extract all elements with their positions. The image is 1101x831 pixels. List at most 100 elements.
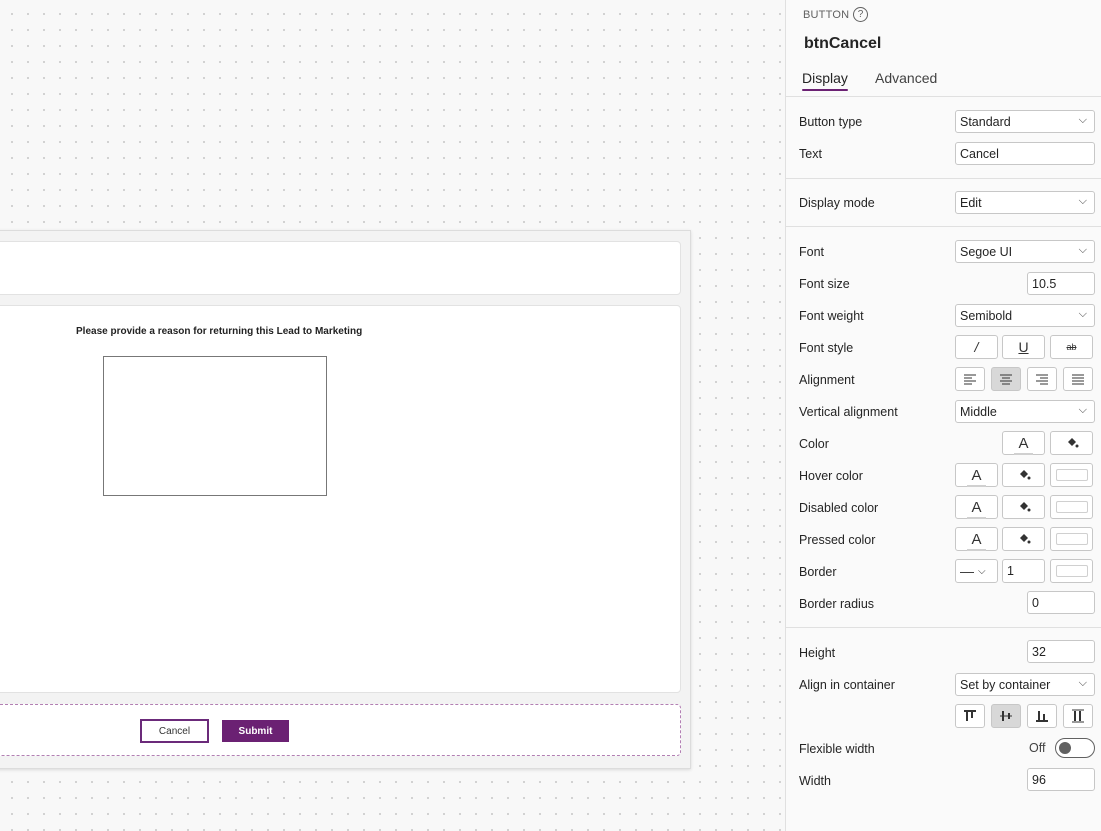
chevron-down-icon: ⌵ [1078, 677, 1087, 689]
align-left-button[interactable] [955, 367, 985, 391]
body-container[interactable]: Please provide a reason for returning th… [0, 305, 681, 693]
vertical-alignment-dropdown[interactable]: Middle ⌵ [955, 400, 1095, 423]
button-type-label: Button type [799, 115, 863, 129]
text-color-button[interactable]: A [1002, 431, 1045, 455]
text-color-icon: A [967, 498, 986, 519]
vertical-alignment-label: Vertical alignment [799, 405, 898, 419]
font-dropdown[interactable]: Segoe UI ⌵ [955, 240, 1095, 263]
submit-button[interactable]: Submit [222, 720, 289, 742]
text-color-icon: A [1014, 434, 1033, 455]
font-label: Font [799, 245, 825, 259]
app-screen: Please provide a reason for returning th… [0, 230, 691, 769]
header-container[interactable] [0, 241, 681, 295]
paint-bucket-icon [1019, 534, 1030, 544]
align-bottom-icon [1036, 711, 1048, 722]
divider [786, 226, 1101, 227]
strikethrough-button[interactable]: ab [1050, 335, 1093, 359]
text-input[interactable]: Cancel [955, 142, 1095, 165]
width-input[interactable]: 96 [1027, 768, 1095, 791]
hover-border-color-button[interactable] [1050, 463, 1093, 487]
align-center-button[interactable] [991, 367, 1021, 391]
disabled-color-label: Disabled color [799, 501, 879, 515]
align-bottom-button[interactable] [1027, 704, 1057, 728]
align-in-container-label: Align in container [799, 678, 895, 692]
align-left-icon [964, 374, 976, 385]
border-color-button[interactable] [1050, 559, 1093, 583]
divider [786, 96, 1101, 97]
paint-bucket-icon [1019, 502, 1030, 512]
chevron-down-icon: ⌵ [1078, 308, 1087, 320]
align-middle-icon [1000, 711, 1012, 721]
hover-fill-color-button[interactable] [1002, 463, 1045, 487]
flexible-width-label: Flexible width [799, 742, 875, 756]
hover-color-label: Hover color [799, 469, 863, 483]
align-top-button[interactable] [955, 704, 985, 728]
height-input[interactable]: 32 [1027, 640, 1095, 663]
align-middle-button[interactable] [991, 704, 1021, 728]
align-justify-icon [1072, 374, 1084, 385]
fill-color-button[interactable] [1050, 431, 1093, 455]
border-radius-input[interactable]: 0 [1027, 591, 1095, 614]
cancel-button[interactable]: Cancel [140, 719, 209, 743]
font-size-input[interactable]: 10.5 [1027, 272, 1095, 295]
display-mode-label: Display mode [799, 196, 875, 210]
disabled-text-color-button[interactable]: A [955, 495, 998, 519]
pressed-text-color-button[interactable]: A [955, 527, 998, 551]
color-swatch [1055, 501, 1088, 513]
hover-text-color-button[interactable]: A [955, 463, 998, 487]
border-style-icon: — [960, 563, 974, 579]
align-justify-button[interactable] [1063, 367, 1093, 391]
chevron-down-icon: ⌵ [1078, 404, 1087, 416]
chevron-down-icon: ⌵ [1078, 114, 1087, 126]
button-type-dropdown[interactable]: Standard ⌵ [955, 110, 1095, 133]
tab-advanced[interactable]: Advanced [875, 70, 937, 86]
flexible-width-state: Off [1029, 741, 1046, 755]
divider [786, 627, 1101, 628]
alignment-label: Alignment [799, 373, 855, 387]
color-swatch [1055, 565, 1088, 577]
align-in-container-dropdown[interactable]: Set by container ⌵ [955, 673, 1095, 696]
italic-button[interactable]: / [955, 335, 998, 359]
help-icon[interactable]: ? [853, 7, 868, 22]
align-center-icon [1000, 374, 1012, 385]
underline-icon: U [1018, 339, 1029, 355]
align-top-icon [964, 710, 976, 721]
reason-text-input[interactable] [103, 356, 327, 496]
font-weight-dropdown[interactable]: Semibold ⌵ [955, 304, 1095, 327]
text-label: Text [799, 147, 822, 161]
chevron-down-icon: ⌵ [1078, 195, 1087, 207]
disabled-fill-color-button[interactable] [1002, 495, 1045, 519]
chevron-down-icon: ⌵ [978, 565, 986, 577]
height-label: Height [799, 646, 836, 660]
stretch-icon [1072, 709, 1084, 723]
border-thickness-input[interactable]: 1 [1002, 559, 1045, 583]
chevron-down-icon: ⌵ [1078, 244, 1087, 256]
align-right-icon [1036, 374, 1048, 385]
reason-prompt-label: Please provide a reason for returning th… [76, 326, 363, 337]
border-style-dropdown[interactable]: — ⌵ [955, 559, 998, 583]
button-container[interactable]: Cancel Submit [0, 704, 681, 756]
text-color-icon: A [967, 466, 986, 487]
border-label: Border [799, 565, 837, 579]
control-name[interactable]: btnCancel [804, 35, 881, 53]
color-label: Color [799, 437, 829, 451]
text-color-icon: A [967, 530, 986, 551]
flexible-width-toggle[interactable] [1055, 738, 1095, 758]
underline-button[interactable]: U [1002, 335, 1045, 359]
color-swatch [1055, 469, 1088, 481]
pressed-fill-color-button[interactable] [1002, 527, 1045, 551]
align-right-button[interactable] [1027, 367, 1057, 391]
italic-icon: / [974, 339, 979, 355]
tab-display[interactable]: Display [802, 70, 848, 91]
pressed-color-label: Pressed color [799, 533, 876, 547]
display-mode-dropdown[interactable]: Edit ⌵ [955, 191, 1095, 214]
font-size-label: Font size [799, 277, 850, 291]
properties-panel: BUTTON ? btnCancel Display Advanced Butt… [785, 0, 1101, 831]
paint-bucket-icon [1019, 470, 1030, 480]
disabled-border-color-button[interactable] [1050, 495, 1093, 519]
pressed-border-color-button[interactable] [1050, 527, 1093, 551]
control-type-label: BUTTON [803, 9, 850, 21]
border-radius-label: Border radius [799, 597, 875, 611]
stretch-button[interactable] [1063, 704, 1093, 728]
color-swatch [1055, 533, 1088, 545]
